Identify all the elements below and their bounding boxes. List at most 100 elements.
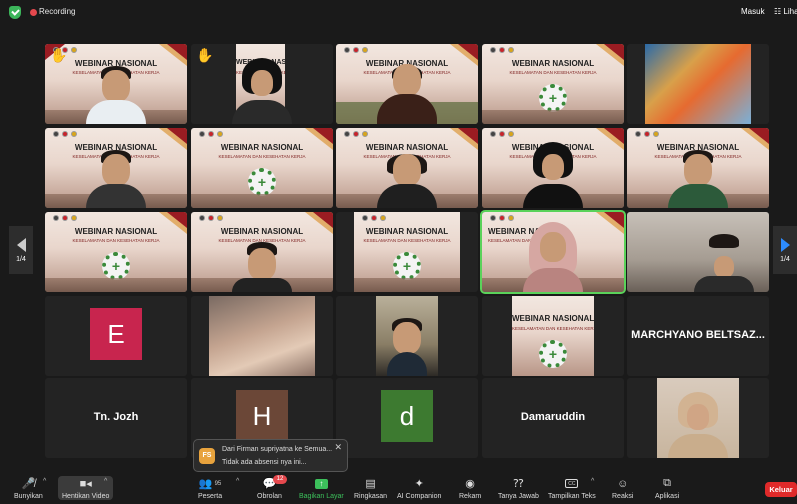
participant-tile[interactable]: WEBINAR NASIONAL KESELAMATAN DAN KESEHAT…: [45, 128, 187, 208]
summary-button[interactable]: ▤ Ringkasan: [354, 476, 387, 500]
chat-label: Obrolan: [257, 493, 282, 500]
record-label: Rekam: [459, 493, 482, 500]
webinar-background: WEBINAR NASIONAL KESELAMATAN DAN KESEHAT…: [482, 44, 624, 124]
summary-icon: ▤: [365, 478, 376, 490]
banner-subtitle: KESELAMATAN DAN KESEHATAN KERJA: [218, 154, 306, 159]
participants-button[interactable]: 👥 95 Peserta: [198, 476, 222, 500]
participant-video: [367, 44, 447, 124]
participant-tile[interactable]: Tn. Jozh: [45, 378, 187, 458]
qa-label: Tanya Jawab: [498, 493, 539, 500]
participant-video: [76, 64, 156, 124]
view-button[interactable]: ☷ Lihat: [774, 7, 797, 16]
ai-companion-button[interactable]: ✦ AI Companion: [397, 476, 441, 500]
reaction-smiley-icon: ☺: [617, 477, 629, 490]
leave-button[interactable]: Keluar: [765, 482, 797, 497]
participant-tile[interactable]: WEBINAR NASIONAL KESELAMATAN DAN KESEHAT…: [45, 212, 187, 292]
security-shield-icon[interactable]: [9, 6, 21, 19]
participant-video: [658, 140, 738, 208]
apps-icon: ⧉: [663, 477, 671, 489]
participant-tile[interactable]: WEBINAR NASIONAL KESELAMATAN DAN KESEHAT…: [336, 212, 478, 292]
participant-tile[interactable]: [627, 44, 769, 124]
participant-video: [513, 212, 593, 292]
participant-tile[interactable]: WEBINAR NASIONAL KESELAMATAN DAN KESEHAT…: [482, 44, 624, 124]
participant-avatar: H: [236, 390, 288, 442]
video-camera-icon: ■◂: [79, 478, 92, 490]
participant-tile[interactable]: WEBINAR NASIONAL KESELAMATAN DAN KESEHAT…: [482, 296, 624, 376]
k3-logo-icon: [102, 252, 130, 280]
participant-tile[interactable]: WEBINAR NASIONAL KESELAMATAN DAN KESEHAT…: [45, 44, 187, 124]
participant-tile[interactable]: WEBINAR NASIONAL KESELAMATAN DAN KESEHAT…: [191, 44, 333, 124]
active-speaker-tile[interactable]: WEBINAR NASIONAL KESELAMATAN DAN KESEHAT…: [480, 210, 626, 294]
share-screen-label: Bagikan Layar: [299, 493, 344, 500]
qa-button[interactable]: ⁇ Tanya Jawab: [498, 476, 539, 500]
captions-label: Tampilkan Teks: [548, 493, 596, 500]
banner-title: WEBINAR NASIONAL: [511, 59, 595, 68]
chevron-up-icon[interactable]: ^: [591, 478, 594, 485]
participant-tile[interactable]: WEBINAR NASIONAL KESELAMATAN DAN KESEHAT…: [482, 128, 624, 208]
k3-logo-icon: [539, 340, 567, 368]
k3-logo-icon: [248, 168, 276, 196]
unmute-button[interactable]: 🎤̸ Bunyikan: [14, 476, 43, 500]
chevron-right-icon: [780, 237, 790, 252]
meeting-toolbar: 🎤̸ Bunyikan ^ ■◂ Hentikan Video ^ 👥 95 Pe…: [0, 472, 797, 504]
sign-in-button[interactable]: Masuk: [741, 7, 765, 16]
share-screen-button[interactable]: ↑ Bagikan Layar: [299, 476, 344, 500]
webinar-background: WEBINAR NASIONAL KESELAMATAN DAN KESEHAT…: [191, 128, 333, 208]
chevron-left-icon: [16, 237, 26, 252]
participant-tile[interactable]: [627, 378, 769, 458]
qa-icon: ⁇: [513, 478, 524, 490]
next-page-button[interactable]: 1/4: [773, 226, 797, 274]
cc-label: CC: [565, 479, 579, 488]
participant-video: [232, 58, 292, 124]
banner-title: WEBINAR NASIONAL: [220, 143, 304, 152]
participant-tile[interactable]: WEBINAR NASIONAL KESELAMATAN DAN KESEHAT…: [627, 128, 769, 208]
participant-video: [367, 148, 447, 208]
chevron-up-icon[interactable]: ^: [104, 478, 107, 485]
banner-title: WEBINAR NASIONAL: [512, 314, 594, 323]
participant-tile[interactable]: WEBINAR NASIONAL KESELAMATAN DAN KESEHAT…: [191, 212, 333, 292]
webinar-background: WEBINAR NASIONAL KESELAMATAN DAN KESEHAT…: [45, 212, 187, 292]
reactions-button[interactable]: ☺ Reaksi: [612, 476, 634, 501]
participant-tile[interactable]: Damaruddin: [482, 378, 624, 458]
participant-tile[interactable]: [627, 212, 769, 292]
participant-person: [694, 234, 754, 292]
video-gallery: WEBINAR NASIONAL KESELAMATAN DAN KESEHAT…: [0, 26, 797, 470]
sparkle-icon: ✦: [414, 478, 424, 490]
webinar-background: WEBINAR NASIONAL KESELAMATAN DAN KESEHAT…: [512, 296, 594, 376]
participant-tile[interactable]: d: [336, 378, 478, 458]
captions-button[interactable]: CC Tampilkan Teks: [548, 476, 596, 500]
summary-label: Ringkasan: [354, 493, 388, 500]
unmute-label: Bunyikan: [14, 493, 43, 500]
notification-message: Tidak ada absensi nya ini...: [222, 459, 307, 466]
participant-tile[interactable]: WEBINAR NASIONAL KESELAMATAN DAN KESEHAT…: [336, 128, 478, 208]
chevron-up-icon[interactable]: ^: [236, 478, 239, 485]
chevron-up-icon[interactable]: ^: [43, 478, 46, 485]
microphone-muted-icon: 🎤̸: [21, 478, 36, 490]
participant-video: [76, 138, 156, 208]
sender-avatar: FS: [199, 448, 215, 464]
raised-hand-icon: ✋: [196, 47, 214, 63]
participant-tile[interactable]: [336, 296, 478, 376]
participant-tile[interactable]: WEBINAR NASIONAL KESELAMATAN DAN KESEHAT…: [336, 44, 478, 124]
participant-avatar: E: [90, 308, 142, 360]
close-icon[interactable]: ✕: [334, 442, 342, 453]
reactions-label: Reaksi: [612, 493, 634, 500]
apps-button[interactable]: ⧉ Aplikasi: [655, 476, 679, 500]
recording-label: Recording: [39, 7, 76, 16]
participant-tile[interactable]: WEBINAR NASIONAL KESELAMATAN DAN KESEHAT…: [191, 128, 333, 208]
stop-video-label: Hentikan Video: [62, 493, 110, 500]
participant-video: [209, 296, 315, 376]
participant-video: [232, 242, 292, 292]
chat-unread-badge: 12: [273, 475, 287, 484]
raised-hand-icon: ✋: [50, 47, 68, 63]
page-indicator: 1/4: [780, 255, 790, 263]
participant-tile[interactable]: MARCHYANO BELTSAZ...: [627, 296, 769, 376]
participant-tile[interactable]: [191, 296, 333, 376]
participant-tile[interactable]: E: [45, 296, 187, 376]
record-button[interactable]: ◉ Rekam: [459, 476, 481, 500]
banner-title: WEBINAR NASIONAL: [365, 227, 449, 236]
banner-subtitle: KESELAMATAN DAN KESEHATAN KERJA: [72, 238, 160, 243]
previous-page-button[interactable]: 1/4: [9, 226, 33, 274]
share-screen-icon: ↑: [299, 476, 344, 491]
chat-notification[interactable]: FS Dari Firman supriyatna ke Semua... Ti…: [193, 439, 348, 472]
